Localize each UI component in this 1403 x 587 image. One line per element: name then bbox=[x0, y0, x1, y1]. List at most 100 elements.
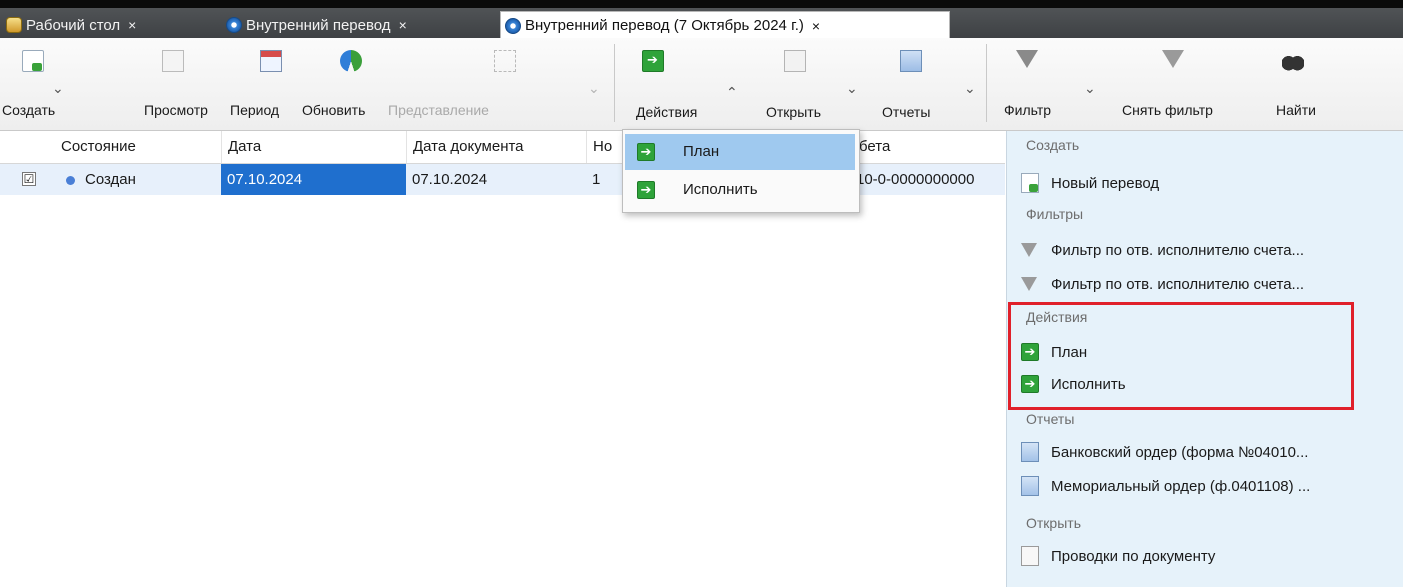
column-header-status[interactable]: Состояние bbox=[55, 131, 221, 163]
chevron-up-icon[interactable]: ⌃ bbox=[726, 84, 738, 101]
reports-label: Отчеты bbox=[882, 104, 931, 120]
new-document-icon bbox=[1021, 173, 1039, 193]
open-label: Открыть bbox=[766, 104, 821, 120]
menu-item-label: Исполнить bbox=[683, 181, 758, 198]
tab-label: Внутренний перевод (7 Октябрь 2024 г.) bbox=[525, 17, 804, 34]
actions-label: Действия bbox=[636, 104, 698, 120]
view-icon bbox=[162, 50, 184, 72]
section-header-actions: Действия bbox=[1026, 309, 1088, 325]
report-link-2[interactable]: Мемориальный ордер (ф.0401108) ... bbox=[1021, 471, 1310, 501]
chevron-down-icon[interactable]: ⌄ bbox=[846, 80, 858, 97]
create-label: Создать bbox=[2, 102, 56, 118]
filter-icon bbox=[1021, 243, 1037, 257]
create-button[interactable]: ⌄ Создать bbox=[0, 40, 68, 128]
report-label: Мемориальный ордер (ф.0401108) ... bbox=[1051, 477, 1311, 495]
top-border bbox=[0, 0, 1403, 8]
filter-icon bbox=[1016, 50, 1038, 68]
action-execute-link[interactable]: ➔ Исполнить bbox=[1021, 369, 1126, 399]
period-button[interactable]: Период bbox=[226, 40, 296, 128]
document-icon bbox=[226, 17, 242, 33]
close-icon[interactable]: × bbox=[128, 17, 136, 33]
column-header-date[interactable]: Дата bbox=[221, 131, 406, 163]
report-label: Банковский ордер (форма №04010... bbox=[1051, 443, 1309, 461]
filter-label: Фильтр по отв. исполнителю счета... bbox=[1051, 241, 1305, 259]
filter-label: Фильтр bbox=[1004, 102, 1052, 118]
close-icon[interactable]: × bbox=[812, 18, 820, 34]
reports-button[interactable]: ⌄ Отчеты bbox=[878, 40, 978, 128]
column-header-debit[interactable]: бета bbox=[852, 131, 1005, 163]
new-transfer-link[interactable]: Новый перевод bbox=[1021, 168, 1159, 198]
date-cell[interactable]: 07.10.2024 bbox=[221, 164, 406, 195]
representation-button[interactable]: ⌄ Представление bbox=[382, 40, 602, 128]
clear-filter-button[interactable]: Снять фильтр bbox=[1112, 40, 1240, 128]
postings-link[interactable]: Проводки по документу bbox=[1021, 541, 1215, 571]
menu-item-label: План bbox=[683, 143, 720, 160]
toolbar: ⌄ Создать Просмотр Период Обновить ⌄ Пре… bbox=[0, 38, 1403, 131]
find-label: Найти bbox=[1276, 102, 1316, 118]
number-cell[interactable]: 1 bbox=[586, 164, 622, 195]
view-button[interactable]: Просмотр bbox=[122, 40, 220, 128]
menu-item-plan[interactable]: ➔ План bbox=[625, 134, 855, 170]
report-icon bbox=[900, 50, 922, 72]
column-header-number[interactable]: Но bbox=[586, 131, 626, 163]
section-header-open: Открыть bbox=[1026, 515, 1081, 531]
filter-link-1[interactable]: Фильтр по отв. исполнителю счета... bbox=[1021, 235, 1304, 265]
tab-internal-transfer-active[interactable]: Внутренний перевод (7 Октябрь 2024 г.) × bbox=[500, 11, 950, 39]
debit-cell[interactable]: 10-0-0000000000 bbox=[852, 164, 1005, 195]
binoculars-icon bbox=[1282, 50, 1304, 72]
report-icon bbox=[1021, 442, 1039, 462]
green-arrow-icon: ➔ bbox=[1021, 343, 1039, 361]
refresh-icon bbox=[340, 50, 362, 72]
status-dot-icon bbox=[66, 175, 75, 185]
actions-button[interactable]: ⌃ Действия bbox=[632, 40, 742, 128]
menu-item-execute[interactable]: ➔ Исполнить bbox=[625, 172, 855, 208]
filter-label: Фильтр по отв. исполнителю счета... bbox=[1051, 275, 1305, 293]
action-execute-label: Исполнить bbox=[1051, 375, 1126, 393]
toolbar-separator bbox=[986, 44, 987, 122]
green-arrow-icon bbox=[642, 50, 664, 72]
green-arrow-icon: ➔ bbox=[1021, 375, 1039, 393]
open-button[interactable]: ⌄ Открыть bbox=[762, 40, 858, 128]
representation-label: Представление bbox=[388, 102, 489, 118]
chevron-down-icon[interactable]: ⌄ bbox=[52, 80, 64, 97]
chevron-down-icon[interactable]: ⌄ bbox=[964, 80, 976, 97]
status-text: Создан bbox=[85, 171, 136, 188]
toolbar-separator bbox=[614, 44, 615, 122]
action-plan-label: План bbox=[1051, 343, 1088, 361]
chevron-down-icon[interactable]: ⌄ bbox=[588, 80, 600, 97]
actions-dropdown-menu: ➔ План ➔ Исполнить bbox=[622, 129, 860, 213]
new-transfer-label: Новый перевод bbox=[1051, 174, 1160, 192]
representation-icon bbox=[494, 50, 516, 72]
document-icon bbox=[1021, 546, 1039, 566]
doc-date-cell[interactable]: 07.10.2024 bbox=[406, 164, 586, 195]
new-document-icon bbox=[22, 50, 44, 72]
status-cell: Создан bbox=[60, 164, 220, 195]
postings-label: Проводки по документу bbox=[1051, 547, 1216, 565]
document-icon bbox=[505, 17, 521, 34]
refresh-button[interactable]: Обновить bbox=[300, 40, 382, 128]
view-label: Просмотр bbox=[144, 102, 208, 118]
refresh-label: Обновить bbox=[302, 102, 366, 118]
row-checkbox[interactable]: ☑ bbox=[22, 172, 36, 186]
chevron-down-icon[interactable]: ⌄ bbox=[1084, 80, 1096, 97]
clear-filter-icon bbox=[1162, 50, 1184, 68]
tab-strip: Рабочий стол × Внутренний перевод × Внут… bbox=[0, 8, 1403, 39]
desktop-icon bbox=[6, 17, 22, 33]
tab-label: Рабочий стол bbox=[26, 16, 121, 34]
filter-icon bbox=[1021, 277, 1037, 291]
report-link-1[interactable]: Банковский ордер (форма №04010... bbox=[1021, 437, 1308, 467]
filter-button[interactable]: ⌄ Фильтр bbox=[996, 40, 1106, 128]
tab-internal-transfer[interactable]: Внутренний перевод × bbox=[222, 12, 496, 38]
calendar-icon bbox=[260, 50, 282, 72]
tab-desktop[interactable]: Рабочий стол × bbox=[2, 12, 214, 38]
column-header-doc-date[interactable]: Дата документа bbox=[406, 131, 586, 163]
find-button[interactable]: Найти bbox=[1254, 40, 1334, 128]
filter-link-2[interactable]: Фильтр по отв. исполнителю счета... bbox=[1021, 269, 1304, 299]
report-icon bbox=[1021, 476, 1039, 496]
open-document-icon bbox=[784, 50, 806, 72]
period-label: Период bbox=[230, 102, 280, 118]
close-icon[interactable]: × bbox=[399, 17, 407, 33]
action-plan-link[interactable]: ➔ План bbox=[1021, 337, 1087, 367]
green-arrow-icon: ➔ bbox=[637, 143, 655, 161]
tab-label: Внутренний перевод bbox=[246, 16, 391, 34]
